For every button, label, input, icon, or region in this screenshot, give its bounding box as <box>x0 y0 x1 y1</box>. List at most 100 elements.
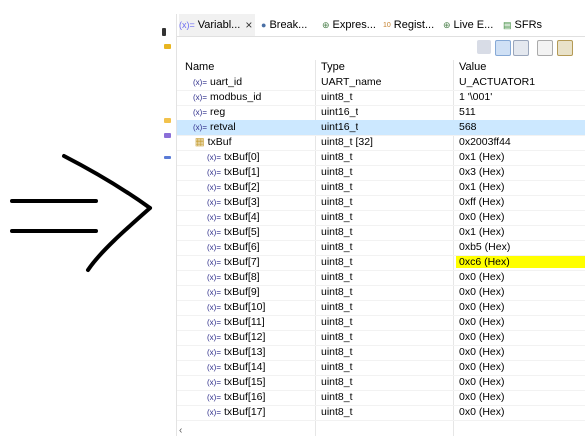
variable-name: retval <box>210 121 236 133</box>
variable-value-cell[interactable]: 0x0 (Hex) <box>456 316 585 328</box>
variable-value-cell[interactable]: 0x1 (Hex) <box>456 181 585 193</box>
table-row[interactable]: (x)= uart_id UART_name U_ACTUATOR1 <box>177 75 585 91</box>
table-row[interactable]: (x)= txBuf[14] uint8_t 0x0 (Hex) <box>177 360 585 376</box>
variable-icon: (x)= <box>207 243 221 252</box>
variable-name-cell: (x)= txBuf[4] <box>207 211 315 223</box>
table-row[interactable]: (x)= txBuf[0] uint8_t 0x1 (Hex) <box>177 150 585 166</box>
table-row[interactable]: (x)= txBuf[9] uint8_t 0x0 (Hex) <box>177 285 585 301</box>
remove-global-variables-icon[interactable] <box>557 40 573 56</box>
table-row[interactable]: (x)= retval uint16_t 568 <box>177 120 585 136</box>
variable-name-cell: (x)= txBuf[11] <box>207 316 315 328</box>
variable-type-cell: uint8_t <box>321 286 353 298</box>
scroll-left-arrow-icon[interactable]: ‹ <box>179 425 182 436</box>
tab-expressions[interactable]: ⊕ Expres... <box>322 14 376 36</box>
variable-name: txBuf[8] <box>224 271 260 283</box>
table-row[interactable]: (x)= txBuf[6] uint8_t 0xb5 (Hex) <box>177 240 585 256</box>
variable-type-cell: uint8_t <box>321 406 353 418</box>
table-row[interactable]: (x)= txBuf[2] uint8_t 0x1 (Hex) <box>177 180 585 196</box>
variable-value-cell[interactable]: 511 <box>456 106 585 118</box>
variable-value-cell[interactable]: 0x1 (Hex) <box>456 151 585 163</box>
table-row[interactable]: (x)= txBuf[15] uint8_t 0x0 (Hex) <box>177 375 585 391</box>
variable-value-cell[interactable]: 0xff (Hex) <box>456 196 585 208</box>
variable-name-cell: (x)= txBuf[9] <box>207 286 315 298</box>
variable-value-cell[interactable]: 0x0 (Hex) <box>456 376 585 388</box>
variable-value-cell[interactable]: 0x0 (Hex) <box>456 331 585 343</box>
tab-variables[interactable]: (x)= Variabl... × <box>179 14 255 36</box>
add-global-variables-icon[interactable] <box>537 40 553 56</box>
variable-value-cell[interactable]: 0xb5 (Hex) <box>456 241 585 253</box>
view-toolbar <box>177 37 585 57</box>
variable-value-cell[interactable]: 0x0 (Hex) <box>456 361 585 373</box>
table-row[interactable]: (x)= txBuf[17] uint8_t 0x0 (Hex) <box>177 405 585 421</box>
table-row[interactable]: (x)= reg uint16_t 511 <box>177 105 585 121</box>
variable-value-cell[interactable]: 0x0 (Hex) <box>456 301 585 313</box>
variable-name-cell: (x)= txBuf[10] <box>207 301 315 313</box>
gutter-current-line-icon <box>164 156 171 159</box>
table-row[interactable]: (x)= txBuf[10] uint8_t 0x0 (Hex) <box>177 300 585 316</box>
variable-value-cell[interactable]: U_ACTUATOR1 <box>456 76 585 88</box>
variable-type-cell: uint8_t <box>321 361 353 373</box>
show-logical-structure-icon[interactable] <box>495 40 511 56</box>
close-icon[interactable]: × <box>245 18 252 32</box>
variable-icon: (x)= <box>207 318 221 327</box>
variable-value-cell[interactable]: 0x0 (Hex) <box>456 211 585 223</box>
tab-live-expressions[interactable]: ⊕ Live E... <box>443 14 493 36</box>
table-row[interactable]: (x)= txBuf[7] uint8_t 0xc6 (Hex) <box>177 255 585 271</box>
variable-value-cell[interactable]: 0x0 (Hex) <box>456 286 585 298</box>
variable-value-cell[interactable]: 0x0 (Hex) <box>456 406 585 418</box>
table-row[interactable]: (x)= txBuf[11] uint8_t 0x0 (Hex) <box>177 315 585 331</box>
variable-value-cell[interactable]: 0xc6 (Hex) <box>456 256 585 268</box>
table-row[interactable]: (x)= txBuf[16] uint8_t 0x0 (Hex) <box>177 390 585 406</box>
show-type-names-icon[interactable] <box>477 40 491 54</box>
variable-value-cell[interactable]: 568 <box>456 121 585 133</box>
tab-breakpoints[interactable]: ● Break... <box>261 14 307 36</box>
table-row[interactable]: ⌄ ▦ txBuf uint8_t [32] 0x2003ff44 <box>177 135 585 151</box>
live-expression-icon: ⊕ <box>443 19 451 30</box>
variable-value-cell[interactable]: 1 '\001' <box>456 91 585 103</box>
variable-type-cell: UART_name <box>321 76 382 88</box>
table-row[interactable]: (x)= txBuf[3] uint8_t 0xff (Hex) <box>177 195 585 211</box>
variable-type-cell: uint8_t <box>321 256 353 268</box>
variable-icon: (x)= <box>193 123 207 132</box>
column-header-name[interactable]: Name <box>185 61 214 73</box>
tab-label: Variabl... <box>197 19 241 31</box>
variable-name: txBuf[11] <box>224 316 265 328</box>
table-row[interactable]: (x)= txBuf[13] uint8_t 0x0 (Hex) <box>177 345 585 361</box>
variable-name-cell: (x)= txBuf[1] <box>207 166 315 178</box>
variable-value-cell[interactable]: 0x1 (Hex) <box>456 226 585 238</box>
variable-value-cell[interactable]: 0x0 (Hex) <box>456 271 585 283</box>
table-row[interactable]: (x)= txBuf[1] uint8_t 0x3 (Hex) <box>177 165 585 181</box>
variable-icon: (x)= <box>207 183 221 192</box>
variable-value-cell[interactable]: 0x3 (Hex) <box>456 166 585 178</box>
table-row[interactable]: (x)= txBuf[4] uint8_t 0x0 (Hex) <box>177 210 585 226</box>
variable-name-cell: (x)= txBuf[15] <box>207 376 315 388</box>
variable-value-cell[interactable]: 0x0 (Hex) <box>456 391 585 403</box>
table-row[interactable]: (x)= modbus_id uint8_t 1 '\001' <box>177 90 585 106</box>
register-icon: 10 <box>383 21 391 29</box>
variable-name: txBuf[10] <box>224 301 266 313</box>
column-header-type[interactable]: Type <box>321 61 345 73</box>
table-row[interactable]: (x)= txBuf[5] uint8_t 0x1 (Hex) <box>177 225 585 241</box>
column-header-value[interactable]: Value <box>459 61 486 73</box>
tab-registers[interactable]: 10 Regist... <box>383 14 434 36</box>
variable-icon: (x)= <box>179 20 195 30</box>
table-row[interactable]: (x)= txBuf[8] uint8_t 0x0 (Hex) <box>177 270 585 286</box>
variable-type-cell: uint8_t <box>321 166 353 178</box>
variable-name-cell: (x)= txBuf[8] <box>207 271 315 283</box>
collapse-all-icon[interactable] <box>513 40 529 56</box>
variable-value-cell[interactable]: 0x2003ff44 <box>456 136 585 148</box>
sfr-icon: ▤ <box>503 19 512 30</box>
variable-name: txBuf[1] <box>224 166 260 178</box>
tab-sfrs[interactable]: ▤ SFRs <box>503 14 542 36</box>
variable-value-cell[interactable]: 0x0 (Hex) <box>456 346 585 358</box>
variable-type-cell: uint16_t <box>321 121 359 133</box>
variable-icon: (x)= <box>193 108 207 117</box>
variable-name-cell: (x)= txBuf[5] <box>207 226 315 238</box>
variable-name: reg <box>210 106 226 118</box>
variable-name: modbus_id <box>210 91 262 103</box>
variable-name: txBuf[13] <box>224 346 266 358</box>
variable-type-cell: uint8_t <box>321 211 353 223</box>
table-row[interactable]: (x)= txBuf[12] uint8_t 0x0 (Hex) <box>177 330 585 346</box>
variable-name-cell: (x)= retval <box>193 121 301 133</box>
variable-name-cell: (x)= txBuf[12] <box>207 331 315 343</box>
